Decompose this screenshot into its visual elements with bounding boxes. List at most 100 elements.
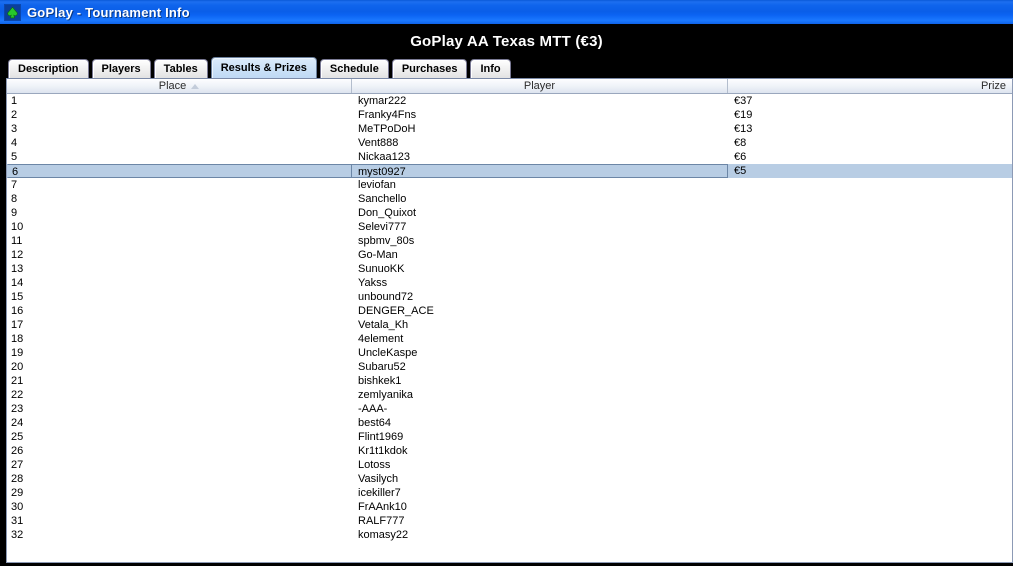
table-row[interactable]: 29 icekiller7 — [7, 486, 1012, 500]
tab-description[interactable]: Description — [8, 59, 89, 78]
cell-prize — [728, 374, 1012, 388]
table-row[interactable]: 2 Franky4Fns €19 — [7, 108, 1012, 122]
table-row[interactable]: 3 MeTPoDoH €13 — [7, 122, 1012, 136]
column-header-player-label: Player — [523, 80, 556, 92]
tab-info[interactable]: Info — [470, 59, 511, 78]
cell-prize — [728, 262, 1012, 276]
results-table-container: Place Player Prize 1 kymar222 €37 2 Franky4F… — [0, 78, 1013, 566]
table-row[interactable]: 10 Selevi777 — [7, 220, 1012, 234]
tab-players[interactable]: Players — [91, 59, 151, 78]
cell-player: komasy22 — [358, 529, 409, 541]
cell-player: Vetala_Kh — [358, 319, 409, 331]
cell-place: 1 — [11, 95, 18, 107]
cell-prize: €13 — [734, 123, 753, 135]
cell-player: kymar222 — [358, 95, 407, 107]
table-row[interactable]: 31 RALF777 — [7, 514, 1012, 528]
cell-place: 7 — [11, 179, 18, 191]
tab-tables[interactable]: Tables — [153, 59, 208, 78]
cell-prize — [728, 206, 1012, 220]
cell-place: 24 — [11, 417, 24, 429]
cell-place: 5 — [11, 151, 18, 163]
cell-place: 17 — [11, 319, 24, 331]
cell-player: MeTPoDoH — [358, 123, 416, 135]
cell-prize — [728, 444, 1012, 458]
cell-prize — [728, 192, 1012, 206]
table-row[interactable]: 22 zemlyanika — [7, 388, 1012, 402]
table-row[interactable]: 28 Vasilych — [7, 472, 1012, 486]
cell-player: Kr1t1kdok — [358, 445, 408, 457]
cell-place: 26 — [11, 445, 24, 457]
cell-player: UncleKaspe — [358, 347, 418, 359]
cell-player: unbound72 — [358, 291, 414, 303]
cell-prize — [728, 360, 1012, 374]
tournament-header: GoPlay AA Texas MTT (€3) — [0, 26, 1013, 56]
cell-player: spbmv_80s — [358, 235, 415, 247]
cell-player: Lotoss — [358, 459, 391, 471]
cell-player: bishkek1 — [358, 375, 402, 387]
table-row[interactable]: 25 Flint1969 — [7, 430, 1012, 444]
table-row[interactable]: 20 Subaru52 — [7, 360, 1012, 374]
window-titlebar[interactable]: GoPlay - Tournament Info — [0, 0, 1013, 26]
cell-player: Franky4Fns — [358, 109, 417, 121]
table-row[interactable]: 19 UncleKaspe — [7, 346, 1012, 360]
table-row[interactable]: 12 Go-Man — [7, 248, 1012, 262]
table-row[interactable]: 23 -AAA- — [7, 402, 1012, 416]
cell-place: 32 — [11, 529, 24, 541]
table-row[interactable]: 27 Lotoss — [7, 458, 1012, 472]
cell-prize — [728, 402, 1012, 416]
tab-schedule-label: Schedule — [329, 63, 379, 75]
cell-player: Vasilych — [358, 473, 399, 485]
table-row[interactable]: 1 kymar222 €37 — [7, 94, 1012, 108]
table-row[interactable]: 24 best64 — [7, 416, 1012, 430]
column-header-player[interactable]: Player — [352, 79, 728, 93]
tab-schedule[interactable]: Schedule — [319, 59, 389, 78]
table-row[interactable]: 18 4element — [7, 332, 1012, 346]
table-body: 1 kymar222 €37 2 Franky4Fns €19 3 MeTPoDoH €13 4 V… — [7, 94, 1012, 562]
results-table: Place Player Prize 1 kymar222 €37 2 Franky4F… — [6, 78, 1013, 563]
cell-prize: €37 — [734, 95, 753, 107]
cell-player: icekiller7 — [358, 487, 401, 499]
cell-place: 6 — [7, 164, 352, 178]
table-row[interactable]: 17 Vetala_Kh — [7, 318, 1012, 332]
table-row[interactable]: 13 SunuoKK — [7, 262, 1012, 276]
table-row[interactable]: 32 komasy22 — [7, 528, 1012, 542]
cell-player: leviofan — [358, 179, 396, 191]
cell-player: Don_Quixot — [358, 207, 417, 219]
cell-place: 18 — [11, 333, 24, 345]
cell-prize — [728, 472, 1012, 486]
tab-results-and-prizes[interactable]: Results & Prizes — [210, 57, 317, 78]
window-title: GoPlay - Tournament Info — [27, 4, 190, 20]
table-row[interactable]: 30 FrAAnk10 — [7, 500, 1012, 514]
table-row[interactable]: 21 bishkek1 — [7, 374, 1012, 388]
table-row[interactable]: 4 Vent888 €8 — [7, 136, 1012, 150]
table-row[interactable]: 14 Yakss — [7, 276, 1012, 290]
cell-prize — [728, 332, 1012, 346]
cell-player: Subaru52 — [358, 361, 406, 373]
cell-prize — [728, 416, 1012, 430]
cell-player: Sanchello — [358, 193, 407, 205]
table-row[interactable]: 8 Sanchello — [7, 192, 1012, 206]
tab-results-and-prizes-label: Results & Prizes — [220, 62, 307, 74]
table-row[interactable]: 11 spbmv_80s — [7, 234, 1012, 248]
table-row[interactable]: 6 myst0927 €5 — [7, 164, 1012, 178]
column-header-place[interactable]: Place — [7, 79, 352, 93]
cell-player: Nickaa123 — [358, 151, 410, 163]
table-row[interactable]: 26 Kr1t1kdok — [7, 444, 1012, 458]
table-row[interactable]: 15 unbound72 — [7, 290, 1012, 304]
table-row[interactable]: 5 Nickaa123 €6 — [7, 150, 1012, 164]
cell-place: 9 — [11, 207, 18, 219]
cell-player: zemlyanika — [358, 389, 414, 401]
cell-player: Flint1969 — [358, 431, 404, 443]
cell-place: 16 — [11, 305, 24, 317]
cell-place: 28 — [11, 473, 24, 485]
tab-purchases[interactable]: Purchases — [391, 59, 468, 78]
table-row[interactable]: 7 leviofan — [7, 178, 1012, 192]
sort-ascending-icon — [191, 83, 200, 89]
cell-place: 10 — [11, 221, 24, 233]
cell-prize — [728, 388, 1012, 402]
column-header-prize[interactable]: Prize — [728, 79, 1012, 93]
table-row[interactable]: 16 DENGER_ACE — [7, 304, 1012, 318]
table-row[interactable]: 9 Don_Quixot — [7, 206, 1012, 220]
cell-player: Yakss — [358, 277, 388, 289]
cell-prize — [728, 458, 1012, 472]
